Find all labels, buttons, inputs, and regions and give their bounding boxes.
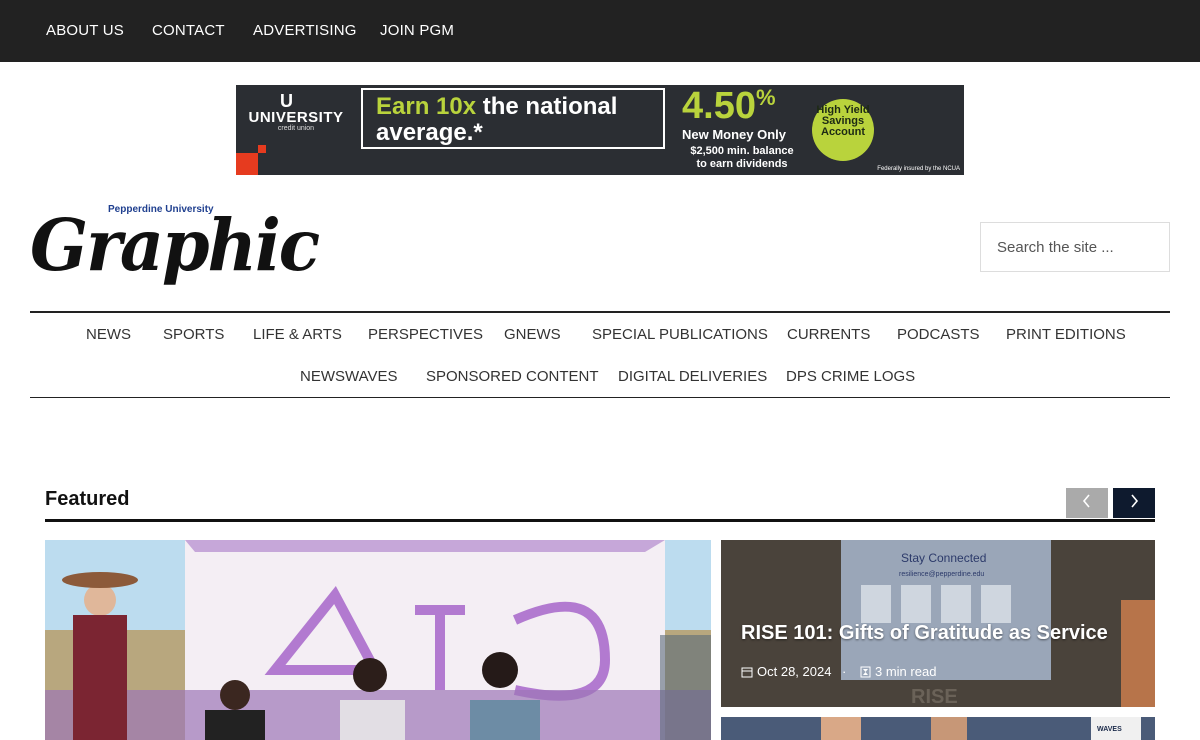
chevron-right-icon [1131,493,1139,508]
nav-item-sponsored-content[interactable]: SPONSORED CONTENT [426,368,599,385]
nav-item-perspectives[interactable]: PERSPECTIVES [368,326,483,343]
site-logo-name: Graphic [30,204,320,288]
ad-min-line2: to earn dividends [696,158,788,170]
ad-rate: 4.50% [682,85,776,128]
meta-separator: · [842,664,847,679]
carousel-prev-button[interactable] [1066,488,1108,518]
featured-side-card-title[interactable]: RISE 101: Gifts of Gratitude as Service [741,622,1108,645]
nav-item-sports[interactable]: SPORTS [163,326,224,343]
nav-item-life-arts[interactable]: LIFE & ARTS [253,326,342,343]
screen-heading: Stay Connected [901,551,986,565]
nav-item-dps-crime-logs[interactable]: DPS CRIME LOGS [786,368,915,385]
featured-main-image[interactable] [45,540,711,740]
ad-banner[interactable]: U UNIVERSITY credit union Earn 10x the n… [236,85,964,175]
nav-item-podcasts[interactable]: PODCASTS [897,326,980,343]
nav-item-currents[interactable]: CURRENTS [787,326,870,343]
ad-savings-badge: High Yield Savings Account [812,99,874,161]
main-nav: NEWS SPORTS LIFE & ARTS PERSPECTIVES GNE… [30,311,1170,398]
site-logo-university: Pepperdine University [108,204,214,215]
chevron-left-icon [1082,493,1090,508]
featured-side-card-read-time: 3 min read [875,664,937,679]
ad-headline-line1: Earn 10x the national [376,93,617,121]
featured-side-card-2[interactable]: WAVES [721,717,1155,740]
topbar-link-join-pgm[interactable]: JOIN PGM [380,22,454,39]
featured-side-card-date: Oct 28, 2024 [757,664,832,679]
ad-headline-box: Earn 10x the national average.* [361,88,665,149]
ad-headline-highlight: Earn 10x [376,93,477,120]
topbar-link-about-us[interactable]: ABOUT US [46,22,124,39]
credit-union-logo-sub: credit union [277,125,315,132]
featured-divider [45,519,1155,522]
nav-item-print-editions[interactable]: PRINT EDITIONS [1006,326,1126,343]
featured-side-card[interactable]: Stay Connected resilience@pepperdine.edu… [721,540,1155,707]
screen-email: resilience@pepperdine.edu [899,571,984,578]
ad-decor-square-small [258,145,266,153]
jersey-text: WAVES [1097,726,1122,733]
site-logo[interactable]: Graphic Pepperdine University [30,200,320,290]
calendar-icon [741,667,753,678]
topbar-link-contact[interactable]: CONTACT [152,22,225,39]
carousel-next-button[interactable] [1113,488,1155,518]
ad-rate-value: 4.50 [682,85,756,127]
ad-rate-unit: % [755,85,776,110]
nav-item-gnews[interactable]: GNEWS [504,326,561,343]
screen-footer: RISE [911,686,958,707]
hourglass-icon [860,666,871,678]
nav-item-newswaves[interactable]: NEWSWAVES [300,368,398,385]
featured-side-image-2: WAVES [721,717,1155,740]
ad-minimum: $2,500 min. balance to earn dividends [682,145,802,171]
ad-headline-line2: average.* [376,119,483,146]
credit-union-logo-name: UNIVERSITY [248,109,344,126]
ad-headline-rest: the national [476,93,618,120]
top-bar: ABOUT US CONTACT ADVERTISING JOIN PGM [0,0,1200,62]
featured-heading: Featured [45,488,130,510]
ad-min-line1: $2,500 min. balance [690,145,794,157]
nav-item-news[interactable]: NEWS [86,326,131,343]
nav-item-digital-deliveries[interactable]: DIGITAL DELIVERIES [618,368,767,385]
ad-fine-print: Federally insured by the NCUA [877,166,960,172]
ad-new-money: New Money Only [682,127,787,142]
featured-photo-scene [45,540,711,740]
topbar-link-advertising[interactable]: ADVERTISING [253,22,357,39]
search-input[interactable] [980,222,1170,272]
nav-item-special-publications[interactable]: SPECIAL PUBLICATIONS [592,326,768,343]
ad-decor-square [236,153,258,175]
